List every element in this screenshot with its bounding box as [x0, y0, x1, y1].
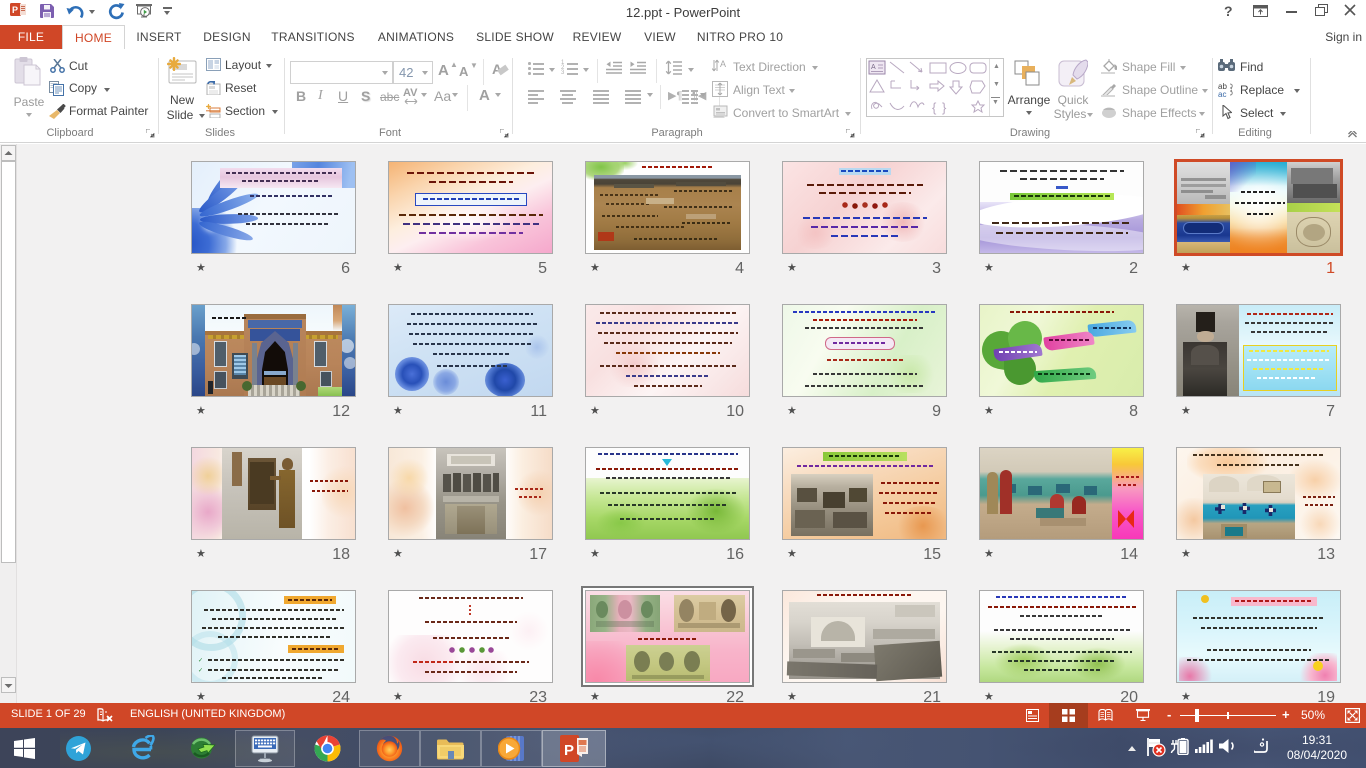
svg-text:A: A — [720, 59, 726, 69]
svg-text:{: { — [932, 100, 937, 115]
svg-text:A: A — [871, 64, 876, 71]
svg-text:ac: ac — [1218, 90, 1226, 97]
svg-text:P: P — [564, 742, 574, 759]
svg-text:}: } — [942, 100, 947, 115]
